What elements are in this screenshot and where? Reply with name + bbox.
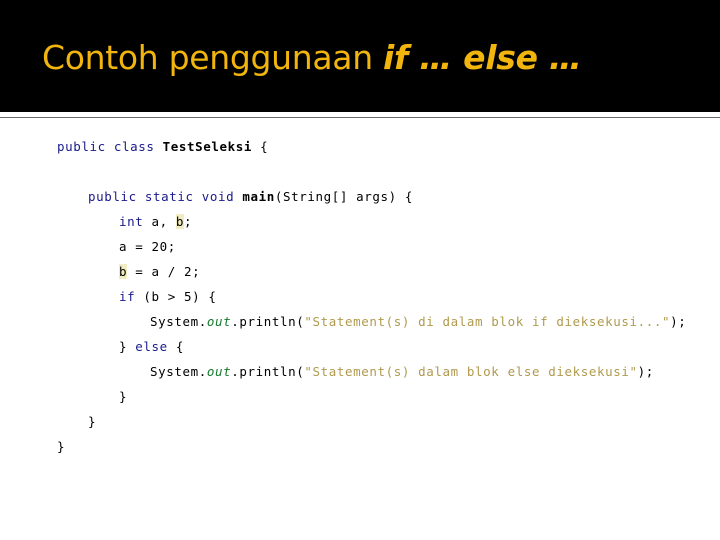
code-token-string: "Statement(s) di dalam blok if dieksekus…: [304, 314, 671, 329]
code-token-plain: }: [119, 389, 128, 404]
code-token-highlight: b: [175, 214, 185, 229]
page-title: Contoh penggunaan if … else …: [42, 36, 702, 80]
code-token-keyword: int: [119, 214, 144, 229]
code-token-keyword: else: [135, 339, 168, 354]
code-line: public class TestSeleksi {: [0, 134, 720, 159]
code-token-plain: = a / 2;: [127, 264, 201, 279]
title-divider: [0, 117, 720, 118]
code-token-plain: {: [167, 339, 185, 354]
code-block: public class TestSeleksi { public static…: [0, 126, 720, 540]
code-token-plain: (b > 5) {: [135, 289, 217, 304]
code-token-plain: System.: [150, 364, 207, 379]
code-token-plain: );: [670, 314, 687, 329]
code-line: b = a / 2;: [0, 259, 720, 284]
code-line: }: [0, 409, 720, 434]
code-token-field: out: [206, 314, 232, 329]
code-line: }: [0, 384, 720, 409]
code-token-plain: a,: [143, 214, 176, 229]
page-title-emphasis: if … else …: [383, 38, 582, 77]
code-token-keyword: public class: [57, 139, 163, 154]
code-token-plain: {: [252, 139, 269, 154]
code-token-plain: .println(: [231, 314, 305, 329]
code-line: int a, b;: [0, 209, 720, 234]
code-token-plain: ;: [184, 214, 193, 229]
code-token-plain: (String[] args) {: [274, 189, 414, 204]
code-token-field: out: [206, 364, 232, 379]
page-title-prefix: Contoh penggunaan: [42, 38, 384, 77]
code-token-plain: a = 20;: [119, 239, 176, 254]
code-token-plain: System.: [150, 314, 207, 329]
code-token-bold-identifier: TestSeleksi: [162, 139, 253, 154]
code-token-plain: }: [88, 414, 97, 429]
code-line: a = 20;: [0, 234, 720, 259]
code-token-plain: .println(: [231, 364, 305, 379]
code-line: public static void main(String[] args) {: [0, 184, 720, 209]
code-line: System.out.println("Statement(s) di dala…: [0, 309, 720, 334]
code-token-plain: }: [57, 439, 66, 454]
code-token-string: "Statement(s) dalam blok else dieksekusi…: [304, 364, 638, 379]
code-line: }: [0, 434, 720, 459]
code-line: } else {: [0, 334, 720, 359]
code-token-keyword: public static void: [88, 189, 243, 204]
code-token-plain: }: [119, 339, 136, 354]
code-token-highlight: b: [119, 264, 128, 279]
code-line: System.out.println("Statement(s) dalam b…: [0, 359, 720, 384]
code-line: if (b > 5) {: [0, 284, 720, 309]
code-token-plain: );: [637, 364, 654, 379]
code-token-keyword: if: [119, 289, 136, 304]
code-token-bold-identifier: main: [242, 189, 275, 204]
